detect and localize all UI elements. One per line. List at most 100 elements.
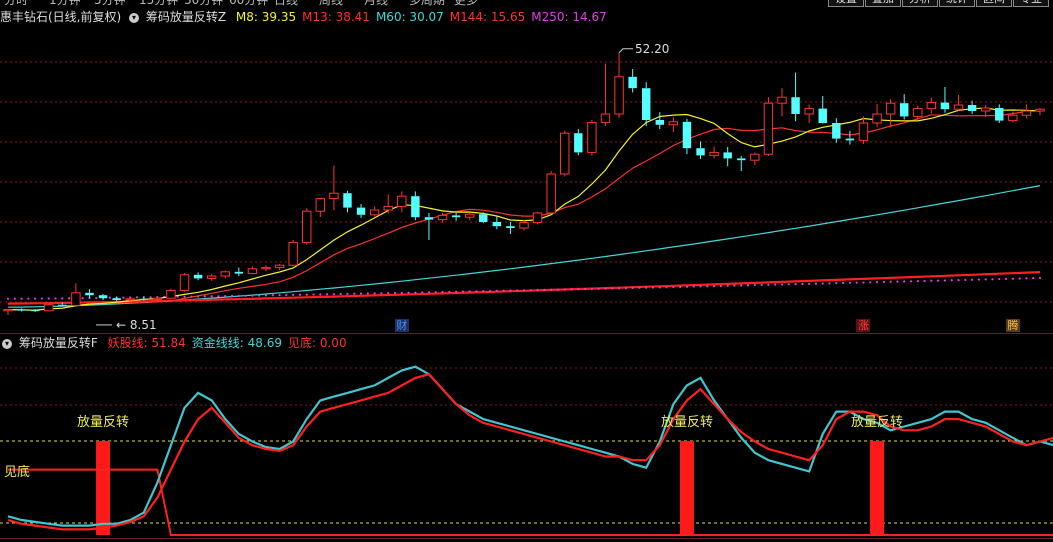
candlestick <box>369 206 380 217</box>
event-marker[interactable]: 财 <box>394 319 409 332</box>
ma250-dot <box>400 291 403 294</box>
ma250-dot <box>692 285 695 288</box>
signal-bar <box>96 441 111 535</box>
ma250-dot <box>1025 277 1028 280</box>
ma250-dot <box>421 291 424 294</box>
candlestick <box>967 100 977 114</box>
candlestick <box>995 104 1004 123</box>
candlestick <box>532 211 543 225</box>
ma250-dot <box>760 283 763 287</box>
ma250-dot <box>20 297 23 300</box>
ma250-dot <box>40 297 44 300</box>
ma250-dot <box>556 288 560 291</box>
ma250-dot <box>373 292 376 295</box>
candlestick <box>872 103 882 128</box>
candlestick <box>288 240 298 267</box>
candlestick <box>560 130 570 177</box>
ma13-line <box>7 109 1041 311</box>
candle-body <box>642 88 651 120</box>
candle-body <box>600 113 611 123</box>
ma250-dot <box>543 288 546 292</box>
candlestick <box>329 165 339 210</box>
candlestick <box>723 147 732 167</box>
ma250-dot <box>434 291 437 294</box>
candlestick <box>3 309 13 315</box>
ma250-dot <box>998 277 1001 281</box>
sub-chart-header: ▾ 筹码放量反转F 妖股线: 51.84 资金线线: 48.69 见底: 0.00 <box>0 334 353 350</box>
candle-body <box>628 76 637 89</box>
candle-body <box>1035 108 1045 112</box>
ma250-dot <box>448 290 451 293</box>
candle-body <box>71 292 81 306</box>
candlestick <box>1035 108 1045 116</box>
event-marker[interactable]: 腾 <box>1005 319 1020 332</box>
candlestick <box>220 270 230 279</box>
ma250-dot <box>875 281 879 284</box>
candle-body <box>750 153 760 161</box>
candle-body <box>30 310 40 312</box>
candle-body <box>383 205 393 211</box>
ma250-dot <box>1004 277 1008 280</box>
candle-body <box>234 271 244 274</box>
oscillator-lines <box>7 365 1053 536</box>
ma250-dot <box>699 285 702 288</box>
ma250-dot <box>27 297 30 300</box>
ma250-dot <box>624 287 627 290</box>
ma-value-label: M250: 14.67 <box>531 10 607 24</box>
ma250-dot <box>638 286 641 289</box>
ma250-dot <box>108 296 111 299</box>
candle-body <box>98 295 108 299</box>
ma250-dot <box>794 283 797 286</box>
candlestick <box>506 222 515 234</box>
candlestick <box>926 97 937 114</box>
high-price-label: 52.20 <box>635 42 669 56</box>
ma250-dot <box>95 296 98 300</box>
event-marker[interactable]: 涨 <box>856 319 871 332</box>
chevron-down-icon[interactable]: ▾ <box>129 12 140 23</box>
candle-body <box>247 268 258 275</box>
ma8-line <box>7 107 1041 311</box>
candlestick <box>411 191 420 221</box>
stock-title: 惠丰钻石(日线,前复权) <box>0 10 122 24</box>
signal-bar <box>870 441 885 535</box>
candle-body <box>329 192 339 200</box>
candle-body <box>532 212 543 224</box>
ma250-dot <box>135 296 139 299</box>
candle-body <box>1008 114 1018 122</box>
main-indicator-name[interactable]: 筹码放量反转Z <box>146 10 226 24</box>
panel-divider <box>0 333 1053 334</box>
ma250-dot <box>971 278 974 281</box>
ma250-dot <box>672 285 675 289</box>
candlestick <box>261 265 271 272</box>
candlestick <box>206 274 217 281</box>
candlestick <box>71 283 81 306</box>
candlestick <box>655 112 664 129</box>
sub-indicator-name[interactable]: 筹码放量反转F <box>19 336 98 350</box>
ma250-dot <box>305 293 308 296</box>
ma250-dot <box>509 289 512 292</box>
candlestick <box>383 194 393 214</box>
ma250-dot <box>563 288 566 291</box>
candlestick <box>750 152 760 165</box>
ma250-dot <box>488 289 492 293</box>
candle-body <box>872 113 882 124</box>
ma250-dot <box>631 286 634 290</box>
candlestick <box>668 117 679 132</box>
candle-body <box>763 102 774 155</box>
jiandi-line <box>8 468 1053 536</box>
ma250-dot <box>516 289 519 292</box>
ma250-dot <box>821 282 824 285</box>
candlestick-series <box>3 52 1045 315</box>
candle-body <box>885 102 896 115</box>
ma250-dot <box>590 287 593 290</box>
candle-body <box>995 108 1004 121</box>
ma250-dot <box>903 280 906 283</box>
candle-body <box>369 209 380 216</box>
ma250-dot <box>909 280 913 283</box>
candlestick <box>791 72 800 122</box>
candle-body <box>900 103 909 117</box>
candle-body <box>777 96 787 104</box>
candle-body <box>587 121 597 153</box>
ma250-dot <box>251 294 254 297</box>
chevron-down-icon[interactable]: ▾ <box>2 338 12 349</box>
